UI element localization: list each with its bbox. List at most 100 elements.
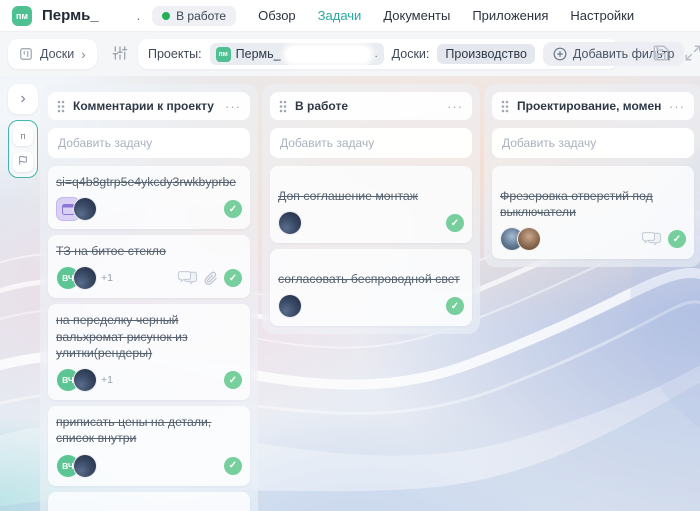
status-badge[interactable]: В работе xyxy=(152,6,236,26)
task-card[interactable]: отправить по эдо ВЧ ✓ xyxy=(48,492,250,511)
card-meta-icons: ✓ xyxy=(224,371,242,389)
project-chip-logo: пм xyxy=(216,47,231,62)
card-meta: ✓ xyxy=(278,211,464,235)
completed-check-icon[interactable]: ✓ xyxy=(446,297,464,315)
task-card[interactable]: Фрезеровка отверстий под выключатели ✓ xyxy=(492,166,694,259)
attachment-icon xyxy=(204,271,218,286)
column-title: Комментарии к проекту xyxy=(73,99,217,113)
card-meta-icons: ✓ xyxy=(446,214,464,232)
avatar-overflow-count: +1 xyxy=(101,374,113,386)
task-card[interactable]: на переделку черный вальхромат рисунок и… xyxy=(48,304,250,400)
workspace-logo[interactable]: пм xyxy=(12,6,32,26)
boards-filter-label: Доски: xyxy=(392,47,430,61)
filter-sliders-icon[interactable] xyxy=(112,45,128,61)
nav-tasks[interactable]: Задачи xyxy=(318,8,362,23)
redacted-area xyxy=(286,46,370,63)
card-meta-icons: ✓ xyxy=(224,200,242,218)
completed-check-icon[interactable]: ✓ xyxy=(224,457,242,475)
card-meta: ✓ xyxy=(278,294,464,318)
flag-icon xyxy=(18,155,28,169)
task-card[interactable]: si=q4b8gtrp5e4ykcdy3rwkbyprbe ✓ xyxy=(48,166,250,229)
card-meta-icons: ✓ xyxy=(224,457,242,475)
main-nav: Обзор Задачи Документы Приложения Настро… xyxy=(258,8,634,23)
card-avatars: ВЧ+1 xyxy=(56,368,224,392)
drag-handle-icon[interactable] xyxy=(57,100,65,113)
column-header[interactable]: В работе ··· xyxy=(270,92,472,120)
completed-check-icon[interactable]: ✓ xyxy=(224,371,242,389)
status-dot-icon xyxy=(162,12,170,20)
card-meta-icons: ✓ xyxy=(642,230,686,248)
comments-icon xyxy=(642,231,662,247)
card-meta: ✓ xyxy=(500,227,686,251)
add-task-input[interactable] xyxy=(48,128,250,158)
chevron-right-icon: › xyxy=(81,47,85,62)
column-header[interactable]: Комментарии к проекту ··· xyxy=(48,92,250,120)
drag-handle-icon[interactable] xyxy=(279,100,287,113)
completed-check-icon[interactable]: ✓ xyxy=(668,230,686,248)
card-avatars xyxy=(56,197,224,221)
sidebar-collapse-button[interactable]: › xyxy=(8,84,38,114)
task-card[interactable]: согласовать беспроводной свет ✓ xyxy=(270,249,472,326)
card-avatars xyxy=(500,227,642,251)
task-title: приписать цены на детали, список внутри xyxy=(56,414,242,446)
project-filter-chip[interactable]: пм Пермь_ . xyxy=(210,43,384,65)
project-title: Пермь_ xyxy=(42,7,99,24)
completed-check-icon[interactable]: ✓ xyxy=(224,200,242,218)
column-menu-icon[interactable]: ··· xyxy=(225,100,241,113)
completed-check-icon[interactable]: ✓ xyxy=(446,214,464,232)
board-icon xyxy=(19,47,33,61)
avatar xyxy=(73,266,97,290)
filters-toolbar: Доски › Проекты: пм Пермь_ . Доски: Прои… xyxy=(0,32,700,77)
column-cards: Доп соглашение монтаж ✓ согласовать бесп… xyxy=(270,166,472,326)
sidebar-shortcut-flag[interactable] xyxy=(13,152,33,172)
column-menu-icon[interactable]: ··· xyxy=(669,100,685,113)
boards-filter-value[interactable]: Производство xyxy=(437,44,535,64)
task-title: на переделку черный вальхромат рисунок и… xyxy=(56,312,242,361)
top-header: пм Пермь_ . В работе Обзор Задачи Докуме… xyxy=(0,0,700,32)
column-header[interactable]: Проектирование, моменты ··· xyxy=(492,92,694,120)
avatar xyxy=(73,368,97,392)
card-meta: ВЧ+1 ✓ xyxy=(56,266,242,290)
task-title: si=q4b8gtrp5e4ykcdy3rwkbyprbe xyxy=(56,174,242,190)
nav-settings[interactable]: Настройки xyxy=(570,8,634,23)
boards-button-label: Доски xyxy=(40,47,74,61)
card-meta-icons: ✓ xyxy=(446,297,464,315)
board-columns: Комментарии к проекту ··· si=q4b8gtrp5e4… xyxy=(40,84,700,511)
nav-overview[interactable]: Обзор xyxy=(258,8,296,23)
nav-apps[interactable]: Приложения xyxy=(472,8,548,23)
add-task-input[interactable] xyxy=(492,128,694,158)
card-avatars: ВЧ xyxy=(56,454,224,478)
card-meta: ✓ xyxy=(56,197,242,221)
task-title: Доп соглашение монтаж xyxy=(278,188,464,204)
boards-view-button[interactable]: Доски › xyxy=(8,39,97,69)
drag-handle-icon[interactable] xyxy=(501,100,509,113)
task-title: согласовать беспроводной свет xyxy=(278,271,464,287)
task-card[interactable]: ТЗ на битое стекло ВЧ+1 ✓ xyxy=(48,235,250,298)
avatar xyxy=(517,227,541,251)
sidebar-shortcut-p[interactable]: п xyxy=(13,126,33,146)
avatar xyxy=(73,197,97,221)
completed-check-icon[interactable]: ✓ xyxy=(224,269,242,287)
kanban-board: Комментарии к проекту ··· si=q4b8gtrp5e4… xyxy=(0,76,700,511)
sidebar-shortcuts: п xyxy=(8,120,38,178)
kanban-column: Проектирование, моменты ··· Фрезеровка о… xyxy=(484,84,700,267)
save-icon[interactable] xyxy=(652,44,670,62)
card-avatars xyxy=(278,294,446,318)
projects-filter-label: Проекты: xyxy=(148,47,202,61)
status-label: В работе xyxy=(176,9,226,23)
app-window: пм Пермь_ . В работе Обзор Задачи Докуме… xyxy=(0,0,700,511)
floating-sidebar: › п xyxy=(8,84,38,178)
task-title: Фрезеровка отверстий под выключатели xyxy=(500,188,686,220)
task-title: ТЗ на битое стекло xyxy=(56,243,242,259)
expand-icon[interactable] xyxy=(684,44,700,62)
task-card[interactable]: приписать цены на детали, список внутри … xyxy=(48,406,250,485)
card-meta: ВЧ ✓ xyxy=(56,454,242,478)
nav-documents[interactable]: Документы xyxy=(383,8,450,23)
kanban-column: В работе ··· Доп соглашение монтаж ✓ сог… xyxy=(262,84,480,334)
avatar xyxy=(278,294,302,318)
chevron-right-icon: › xyxy=(20,90,25,108)
project-chip-name: Пермь_ xyxy=(236,47,281,61)
task-card[interactable]: Доп соглашение монтаж ✓ xyxy=(270,166,472,243)
column-menu-icon[interactable]: ··· xyxy=(447,100,463,113)
add-task-input[interactable] xyxy=(270,128,472,158)
